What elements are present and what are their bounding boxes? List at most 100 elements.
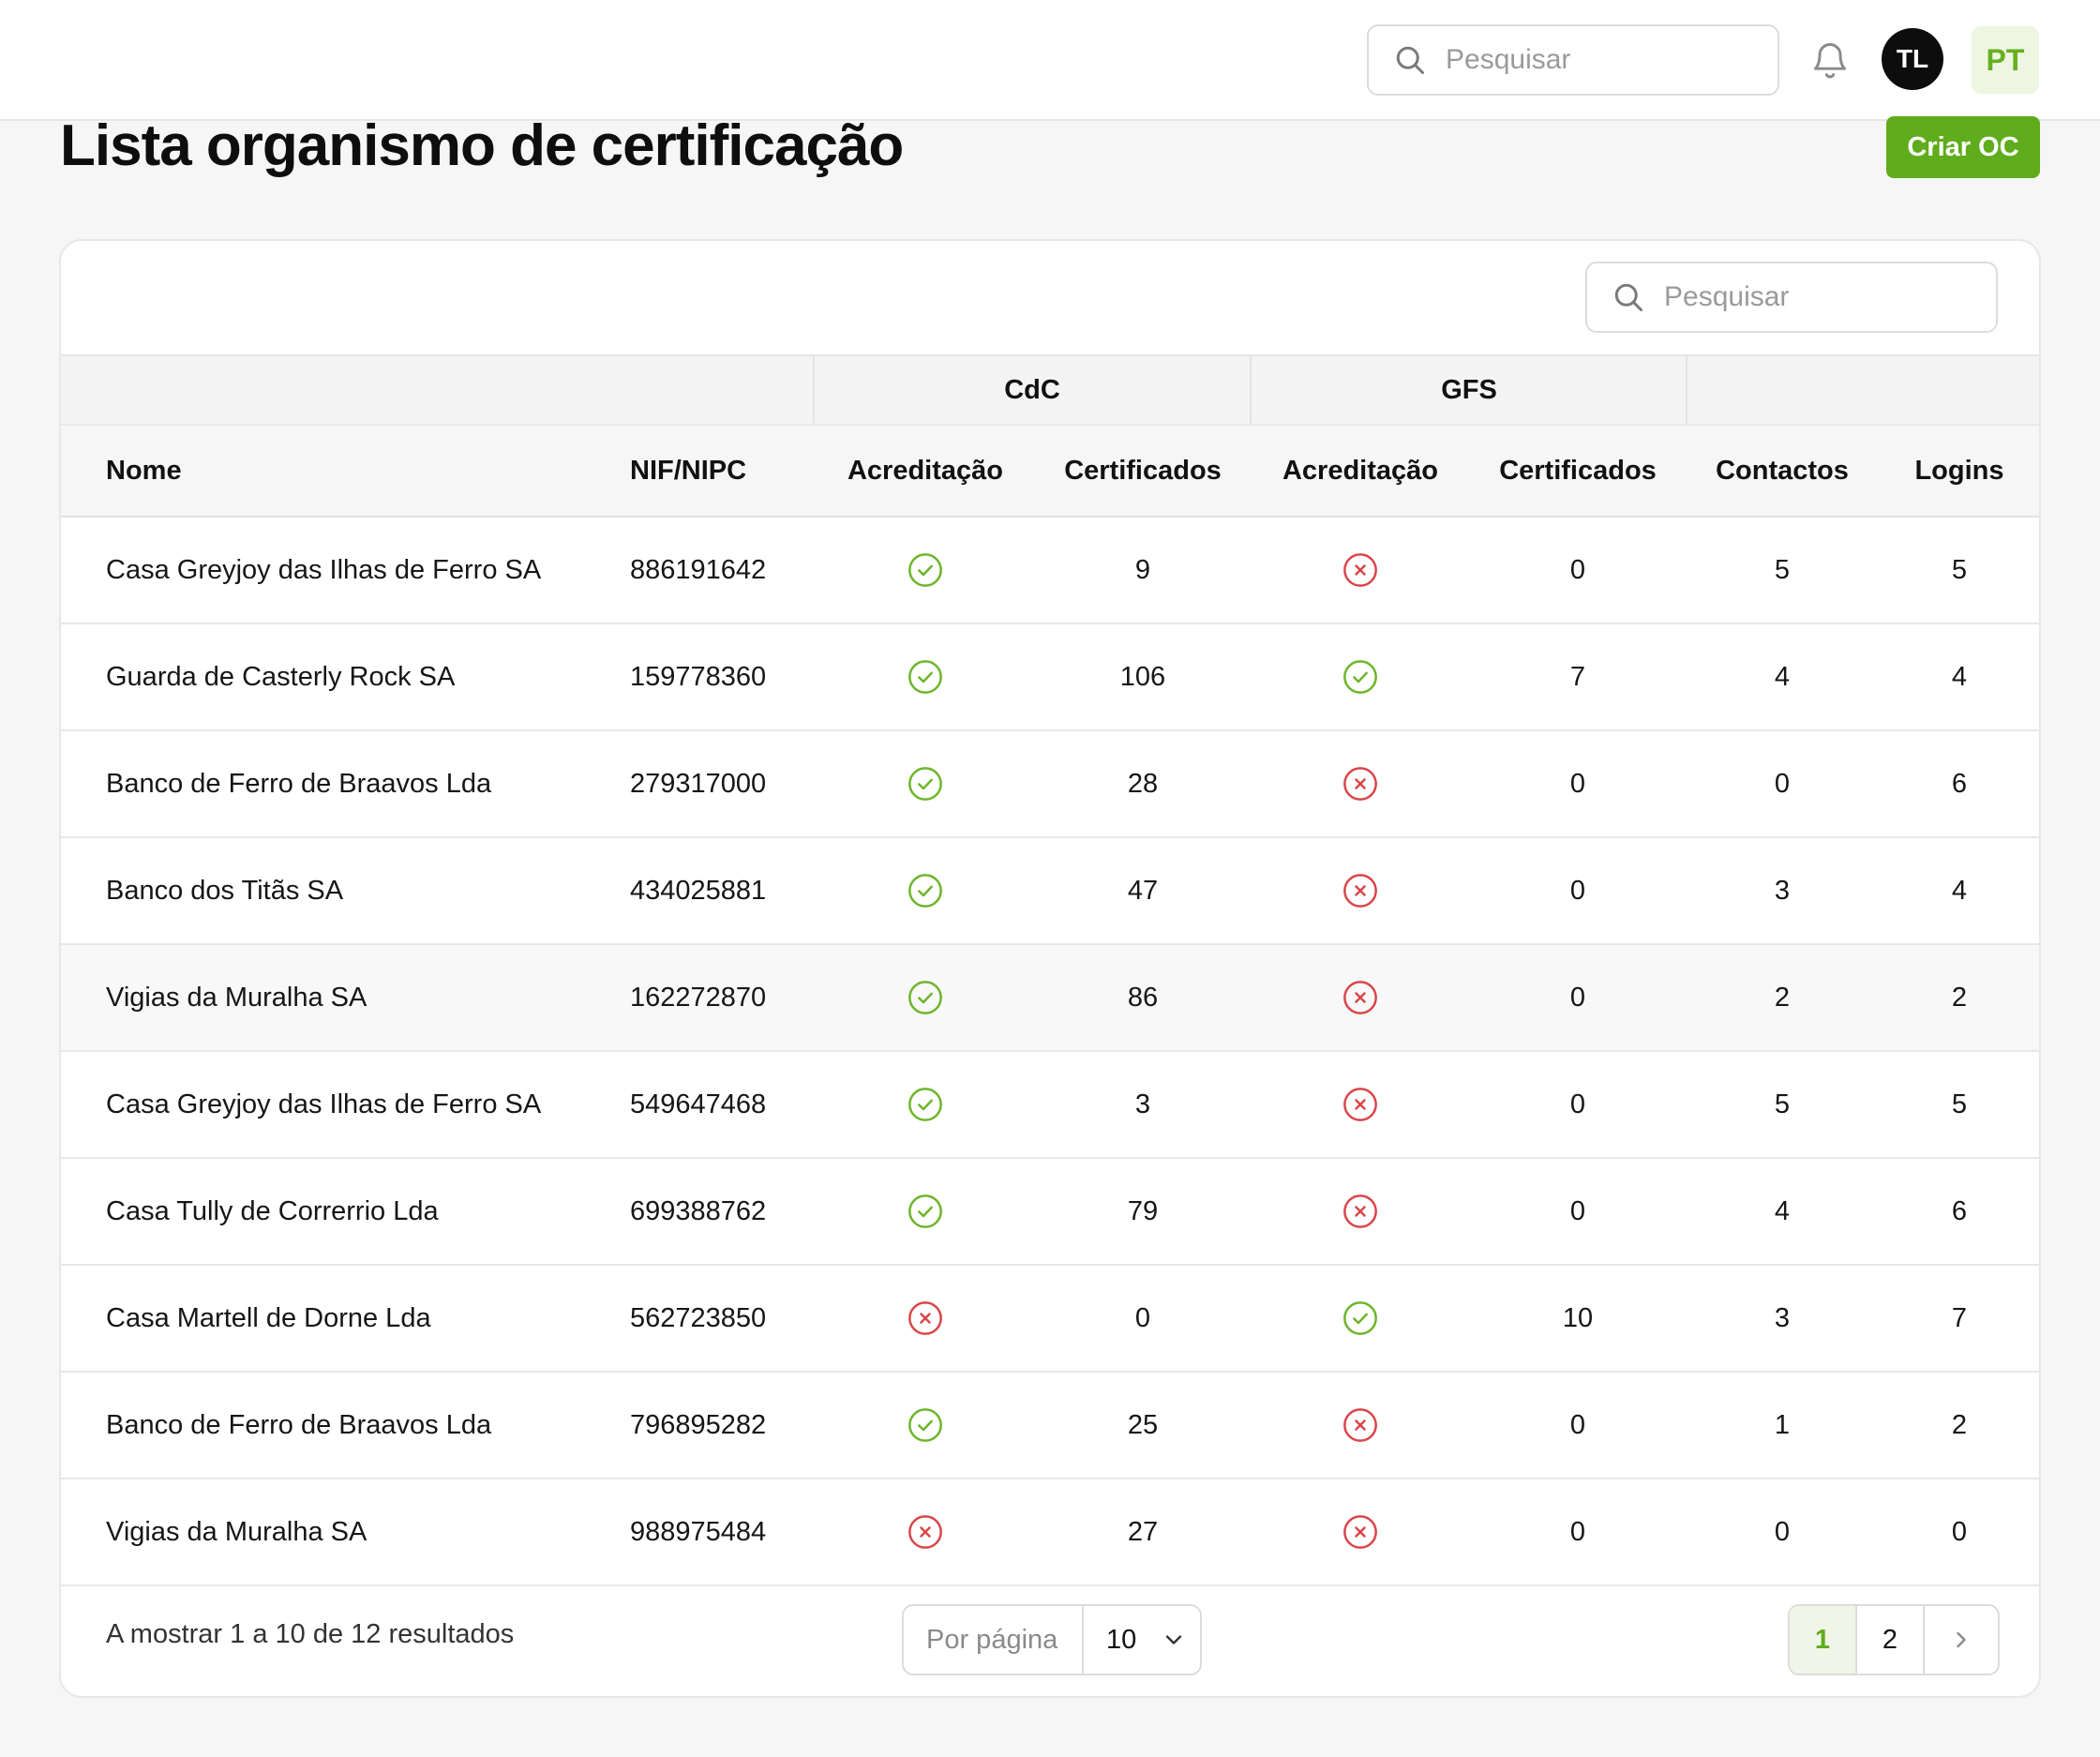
cell-nif: 699388762 — [630, 1195, 767, 1226]
cell-contactos: 4 — [1774, 1195, 1791, 1226]
cell-contactos: 3 — [1774, 875, 1791, 906]
cell-cdc-certificados: 25 — [1127, 1409, 1159, 1440]
page-title: Lista organismo de certificação — [60, 113, 904, 178]
cell-nome: Banco de Ferro de Braavos Lda — [106, 768, 492, 799]
cell-cdc-acreditacao — [817, 518, 1034, 623]
col-logins[interactable]: Logins — [1878, 426, 2039, 516]
global-search-input[interactable] — [1446, 44, 1708, 76]
col-gfs-acreditacao[interactable]: Acreditação — [1252, 426, 1469, 516]
cell-cdc-acreditacao — [817, 1266, 1034, 1371]
cell-nif: 162272870 — [630, 982, 767, 1013]
cell-logins: 4 — [1951, 875, 1968, 906]
x-circle-icon — [1343, 1088, 1377, 1121]
table-row[interactable]: Casa Martell de Dorne Lda 562723850 0 10 3 7 — [61, 1266, 2039, 1373]
cell-contactos: 3 — [1774, 1302, 1791, 1333]
create-oc-button[interactable]: Criar OC — [1886, 116, 2040, 178]
x-circle-icon — [1343, 767, 1377, 801]
bell-icon[interactable] — [1809, 38, 1851, 83]
pagination: 1 2 — [1788, 1604, 2000, 1675]
table-row[interactable]: Vigias da Muralha SA 988975484 27 0 0 0 — [61, 1479, 2039, 1586]
cell-cdc-certificados: 28 — [1127, 768, 1159, 799]
cell-cdc-acreditacao — [817, 1159, 1034, 1264]
cell-gfs-certificados: 0 — [1569, 982, 1586, 1013]
cell-logins: 5 — [1951, 554, 1968, 585]
table-row[interactable]: Casa Greyjoy das Ilhas de Ferro SA 549647… — [61, 1052, 2039, 1159]
cell-contactos: 5 — [1774, 1089, 1791, 1119]
table-row[interactable]: Banco de Ferro de Braavos Lda 279317000 28… — [61, 731, 2039, 838]
x-circle-icon — [1343, 1194, 1377, 1228]
col-cdc-certificados[interactable]: Certificados — [1034, 426, 1252, 516]
results-summary: A mostrar 1 a 10 de 12 resultados — [106, 1619, 515, 1649]
col-nif[interactable]: NIF/NIPC — [630, 426, 746, 516]
next-page-button[interactable] — [1925, 1606, 1998, 1674]
per-page-select[interactable]: Por página 10 — [902, 1604, 1202, 1675]
cell-nome: Guarda de Casterly Rock SA — [106, 661, 456, 692]
cell-cdc-certificados: 86 — [1127, 982, 1159, 1013]
check-circle-icon — [908, 1194, 942, 1228]
cell-gfs-certificados: 0 — [1569, 554, 1586, 585]
cell-cdc-certificados: 106 — [1119, 661, 1166, 692]
table-header: Nome NIF/NIPC Acreditação Certificados A… — [61, 426, 2039, 518]
table-row[interactable]: Banco dos Titãs SA 434025881 47 0 3 4 — [61, 838, 2039, 945]
cell-gfs-certificados: 0 — [1569, 1195, 1586, 1226]
table-row[interactable]: Banco de Ferro de Braavos Lda 796895282 25… — [61, 1373, 2039, 1479]
cell-cdc-certificados: 27 — [1127, 1516, 1159, 1547]
cell-gfs-certificados: 10 — [1562, 1302, 1594, 1333]
cell-cdc-acreditacao — [817, 945, 1034, 1050]
col-nome[interactable]: Nome — [106, 426, 182, 516]
per-page-label: Por página — [904, 1606, 1084, 1674]
cell-cdc-acreditacao — [817, 1052, 1034, 1157]
col-contactos[interactable]: Contactos — [1687, 426, 1878, 516]
cell-nome: Vigias da Muralha SA — [106, 1516, 368, 1547]
col-gfs-certificados[interactable]: Certificados — [1469, 426, 1687, 516]
x-circle-icon — [908, 1515, 942, 1549]
cell-gfs-acreditacao — [1252, 1479, 1469, 1584]
table-row[interactable]: Casa Tully de Correrrio Lda 699388762 79 0 4… — [61, 1159, 2039, 1266]
search-icon — [1396, 46, 1424, 74]
check-circle-icon — [1343, 660, 1377, 694]
cell-nif: 988975484 — [630, 1516, 767, 1547]
cell-logins: 2 — [1951, 1409, 1968, 1440]
cell-nif: 796895282 — [630, 1409, 767, 1440]
table-body: Casa Greyjoy das Ilhas de Ferro SA 886191… — [61, 518, 2039, 1586]
check-circle-icon — [908, 767, 942, 801]
table-row[interactable]: Casa Greyjoy das Ilhas de Ferro SA 886191… — [61, 518, 2039, 624]
cell-gfs-acreditacao — [1252, 1373, 1469, 1478]
cell-gfs-acreditacao — [1252, 838, 1469, 943]
table-search-input[interactable] — [1664, 281, 1927, 313]
table-row[interactable]: Guarda de Casterly Rock SA 159778360 106 7 4… — [61, 624, 2039, 731]
cell-cdc-certificados: 47 — [1127, 875, 1159, 906]
check-circle-icon — [908, 1088, 942, 1121]
page-1-button[interactable]: 1 — [1790, 1606, 1857, 1674]
cell-gfs-certificados: 0 — [1569, 875, 1586, 906]
cell-cdc-acreditacao — [817, 624, 1034, 729]
group-gfs: GFS — [1441, 374, 1497, 405]
top-bar: TL PT — [0, 0, 2100, 121]
cell-gfs-acreditacao — [1252, 1052, 1469, 1157]
cell-nome: Banco dos Titãs SA — [106, 875, 344, 906]
user-avatar[interactable]: TL — [1882, 28, 1943, 90]
cell-cdc-acreditacao — [817, 731, 1034, 836]
cell-gfs-acreditacao — [1252, 731, 1469, 836]
page-2-button[interactable]: 2 — [1857, 1606, 1925, 1674]
chevron-down-icon — [1166, 1635, 1182, 1644]
x-circle-icon — [1343, 553, 1377, 587]
col-cdc-acreditacao[interactable]: Acreditação — [817, 426, 1034, 516]
table-card: CdC GFS Nome NIF/NIPC Acreditação Certif… — [59, 239, 2041, 1698]
table-search[interactable] — [1585, 262, 1998, 333]
cell-nif: 886191642 — [630, 554, 767, 585]
table-row[interactable]: Vigias da Muralha SA 162272870 86 0 2 2 — [61, 945, 2039, 1052]
cell-gfs-acreditacao — [1252, 624, 1469, 729]
check-circle-icon — [908, 1408, 942, 1442]
x-circle-icon — [1343, 874, 1377, 908]
cell-gfs-acreditacao — [1252, 945, 1469, 1050]
per-page-value[interactable]: 10 — [1084, 1625, 1187, 1656]
global-search[interactable] — [1367, 24, 1779, 96]
cell-gfs-certificados: 0 — [1569, 1409, 1586, 1440]
divider — [1686, 356, 1688, 424]
cell-logins: 7 — [1951, 1302, 1968, 1333]
chevron-right-icon — [1957, 1631, 1966, 1648]
cell-nome: Vigias da Muralha SA — [106, 982, 368, 1013]
x-circle-icon — [908, 1301, 942, 1335]
language-selector[interactable]: PT — [1972, 26, 2039, 94]
